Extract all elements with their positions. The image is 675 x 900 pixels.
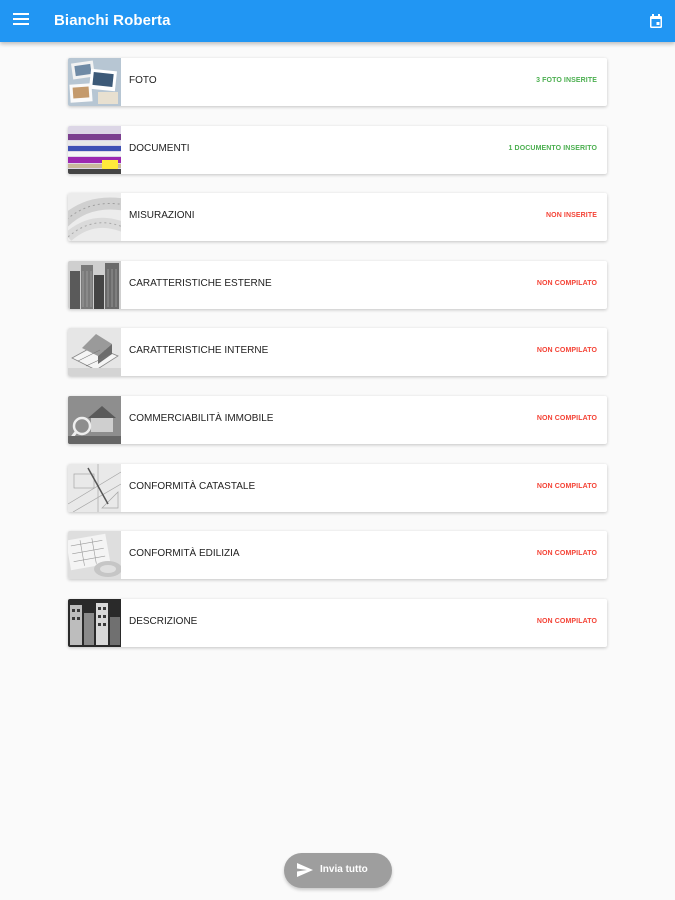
- status-text: 1 DOCUMENTO INSERITO: [508, 144, 597, 152]
- section-list: FOTO 3 FOTO INSERITE DOCUMENTI 1 DOCUMEN…: [68, 58, 607, 666]
- item-label: DESCRIZIONE: [129, 615, 198, 627]
- item-label: MISURAZIONI: [129, 210, 195, 222]
- status-text: NON COMPILATO: [536, 279, 597, 287]
- item-label: FOTO: [129, 75, 157, 86]
- status-text: NON INSERITE: [546, 212, 597, 220]
- status-text: NON COMPILATO: [536, 482, 597, 490]
- item-label: CONFORMITÀ CATASTALE: [129, 480, 256, 492]
- measuring-tape-thumbnail: [68, 193, 121, 242]
- status-text: NON COMPILATO: [536, 347, 597, 355]
- send-all-label: Invia tutto: [320, 864, 368, 875]
- list-item-foto[interactable]: FOTO 3 FOTO INSERITE: [68, 58, 607, 106]
- photos-thumbnail: [68, 58, 121, 106]
- house-magnifier-thumbnail: [68, 395, 121, 444]
- status-text: NON COMPILATO: [536, 414, 597, 422]
- list-item-conformita-edilizia[interactable]: CONFORMITÀ EDILIZIA NON COMPILATO: [68, 531, 607, 580]
- send-icon: [297, 863, 313, 882]
- item-label: CONFORMITÀ EDILIZIA: [129, 548, 240, 560]
- item-label: CARATTERISTICHE INTERNE: [129, 345, 269, 357]
- documents-thumbnail: [68, 125, 121, 174]
- list-item-caratteristiche-interne[interactable]: CARATTERISTICHE INTERNE NON COMPILATO: [68, 328, 607, 377]
- list-item-conformita-catastale[interactable]: CONFORMITÀ CATASTALE NON COMPILATO: [68, 463, 607, 512]
- app-bar: Bianchi Roberta: [0, 0, 675, 42]
- blueprints-thumbnail: [68, 531, 121, 580]
- calendar-icon[interactable]: [648, 13, 664, 29]
- send-all-button[interactable]: Invia tutto: [284, 853, 392, 888]
- drafting-tools-thumbnail: [68, 463, 121, 512]
- item-label: CARATTERISTICHE ESTERNE: [129, 277, 272, 289]
- item-label: DOCUMENTI: [129, 142, 190, 154]
- list-item-descrizione[interactable]: DESCRIZIONE NON COMPILATO: [68, 598, 607, 647]
- list-item-documenti[interactable]: DOCUMENTI 1 DOCUMENTO INSERITO: [68, 125, 607, 174]
- city-facades-thumbnail: [68, 598, 121, 647]
- floor-plan-model-thumbnail: [68, 328, 121, 377]
- item-label: COMMERCIABILITÀ IMMOBILE: [129, 412, 274, 424]
- list-item-misurazioni[interactable]: MISURAZIONI NON INSERITE: [68, 193, 607, 242]
- buildings-thumbnail: [68, 260, 121, 309]
- list-item-caratteristiche-esterne[interactable]: CARATTERISTICHE ESTERNE NON COMPILATO: [68, 260, 607, 309]
- status-text: NON COMPILATO: [536, 550, 597, 558]
- status-text: 3 FOTO INSERITE: [536, 77, 597, 84]
- list-item-commerciabilita-immobile[interactable]: COMMERCIABILITÀ IMMOBILE NON COMPILATO: [68, 395, 607, 444]
- status-text: NON COMPILATO: [536, 617, 597, 625]
- menu-icon[interactable]: [13, 13, 29, 29]
- page-title: Bianchi Roberta: [54, 12, 171, 29]
